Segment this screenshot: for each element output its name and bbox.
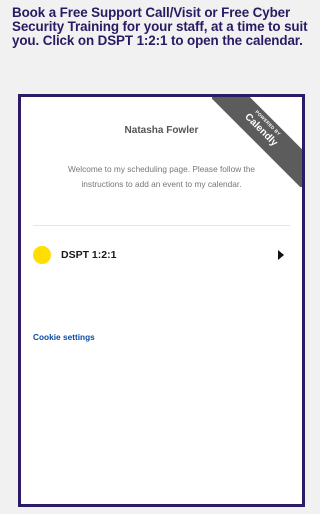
- event-color-dot: [33, 246, 51, 264]
- cookie-settings-link[interactable]: Cookie settings: [33, 332, 95, 342]
- divider: [33, 225, 290, 226]
- calendly-embed: POWERED BY Calendly Natasha Fowler Welco…: [18, 94, 305, 507]
- welcome-message: Welcome to my scheduling page. Please fo…: [67, 164, 256, 189]
- owner-name: Natasha Fowler: [124, 125, 199, 136]
- caret-right-icon: [278, 250, 284, 260]
- event-type-name: DSPT 1:2:1: [61, 249, 117, 261]
- event-type-dspt[interactable]: DSPT 1:2:1: [33, 243, 290, 267]
- page-heading: Book a Free Support Call/Visit or Free C…: [12, 5, 308, 48]
